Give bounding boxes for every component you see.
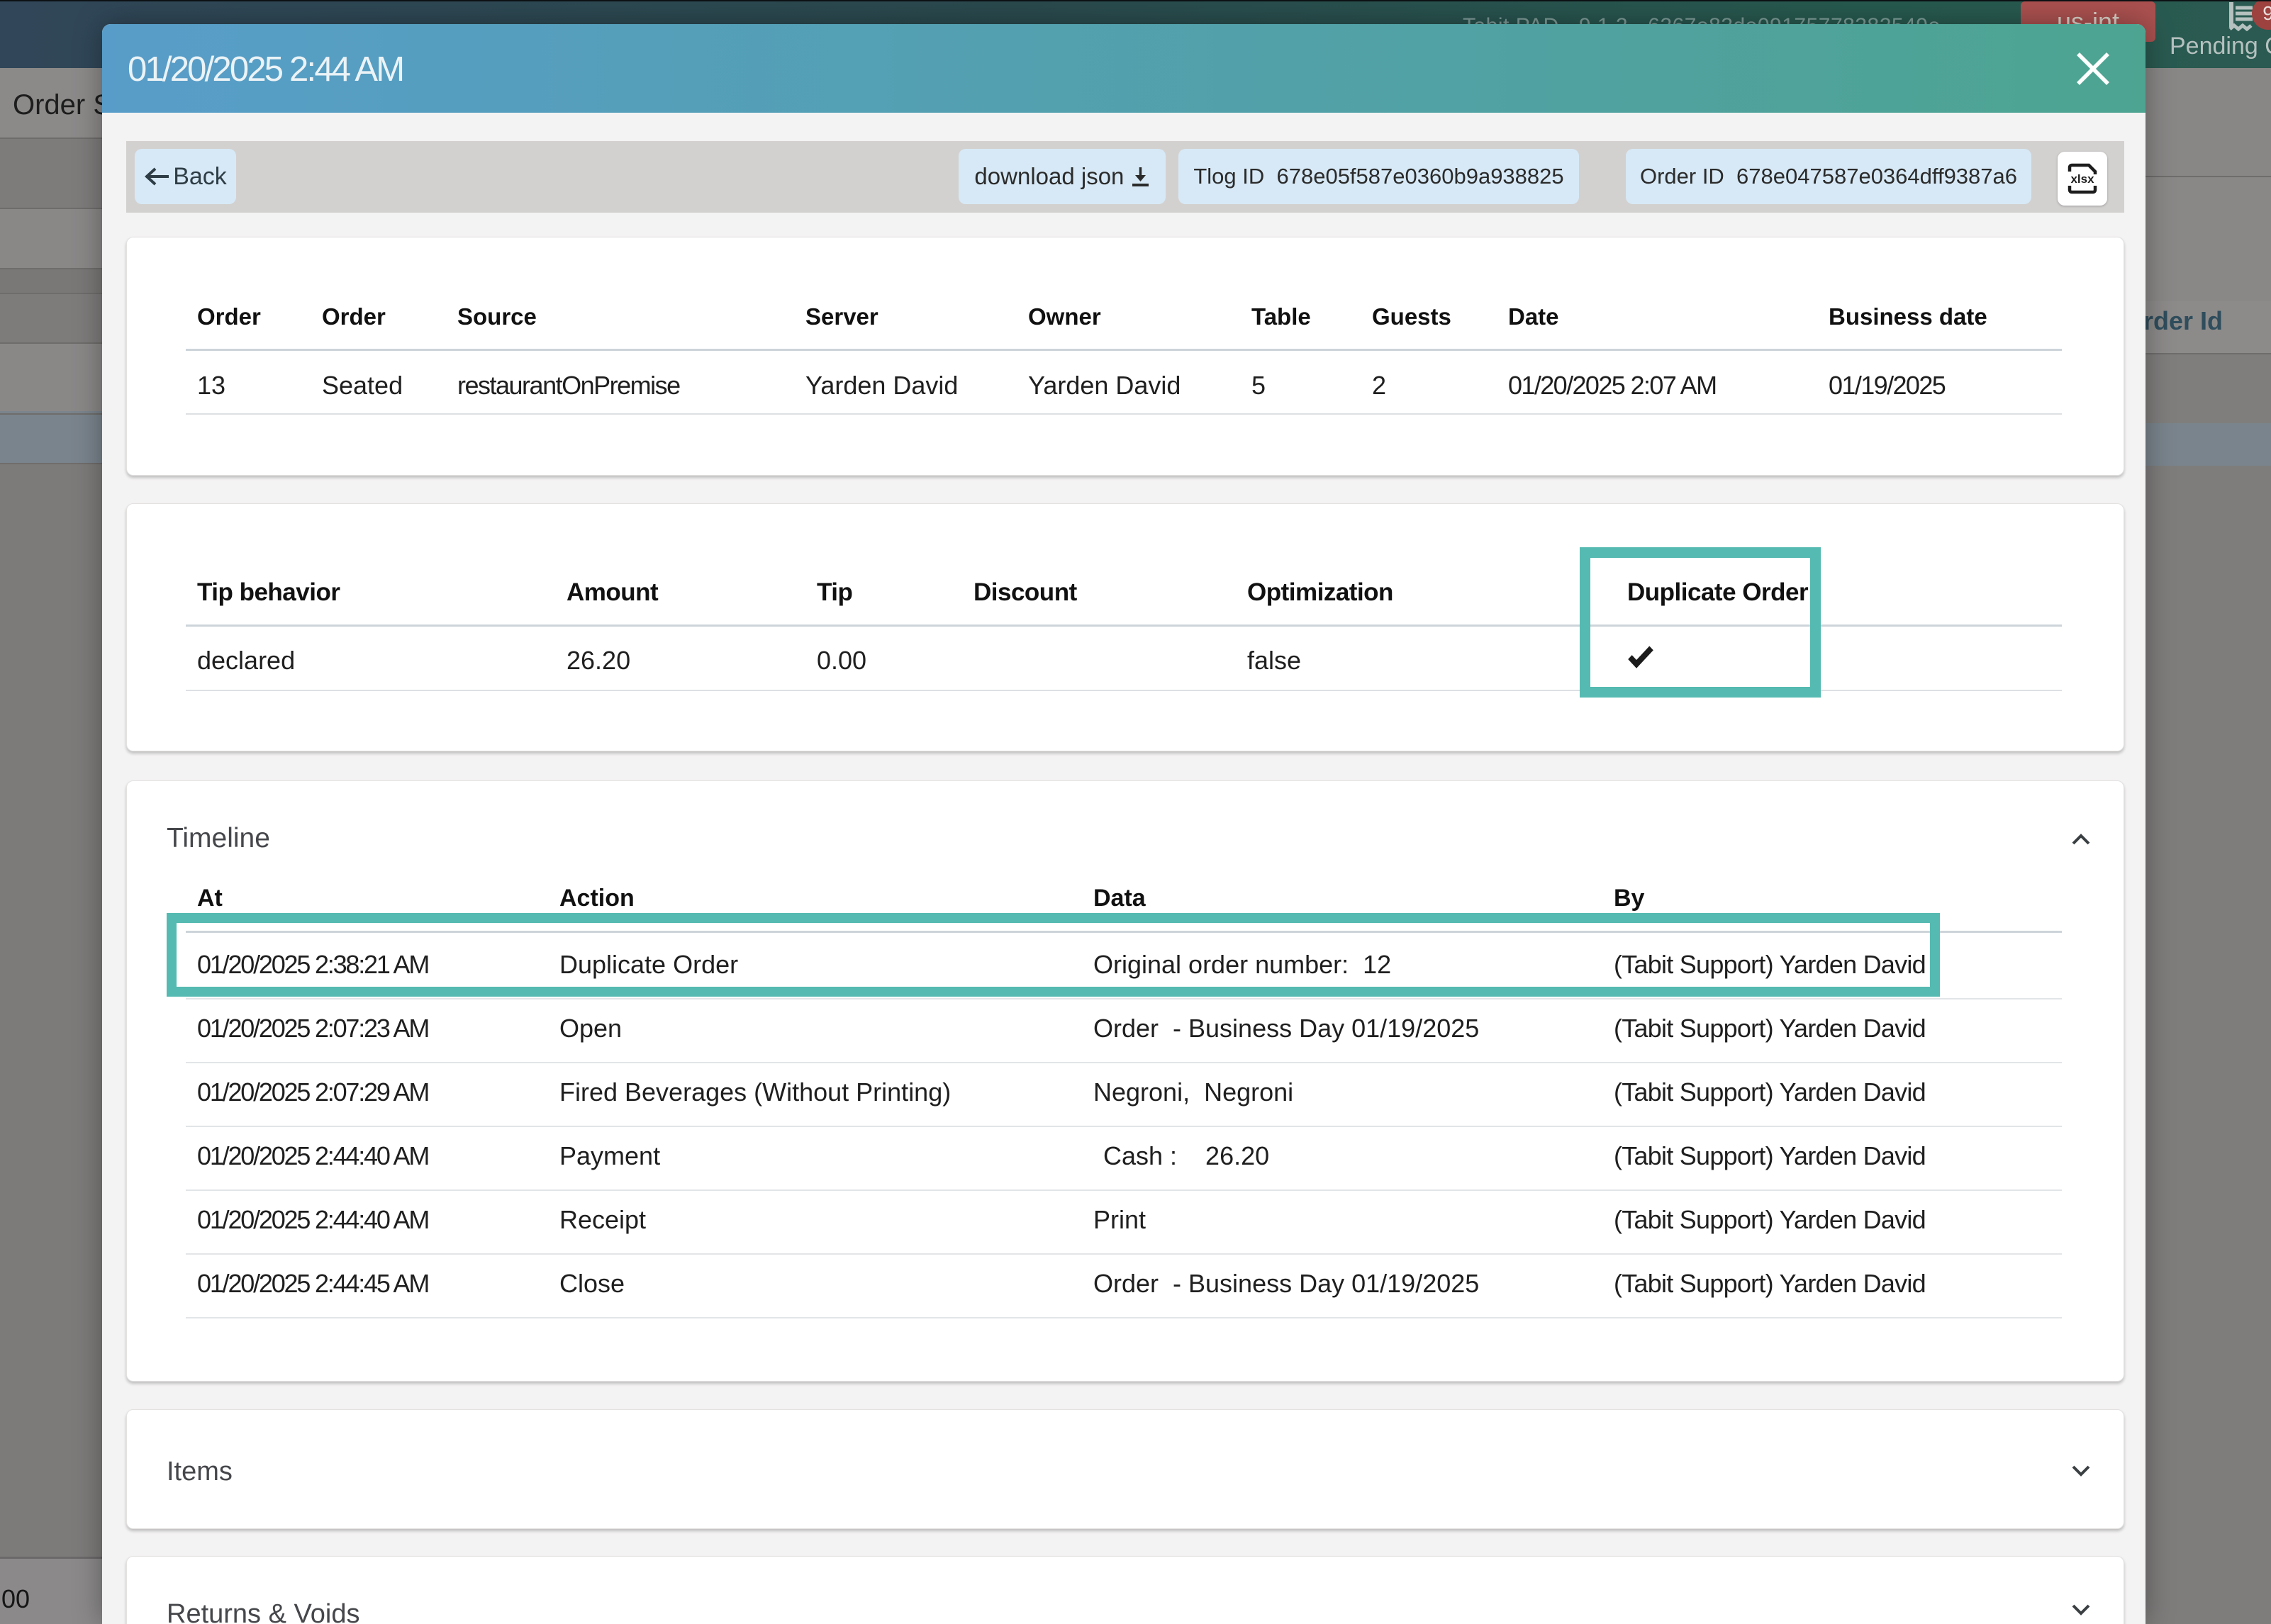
svg-text:xlsx: xlsx bbox=[2070, 172, 2094, 186]
